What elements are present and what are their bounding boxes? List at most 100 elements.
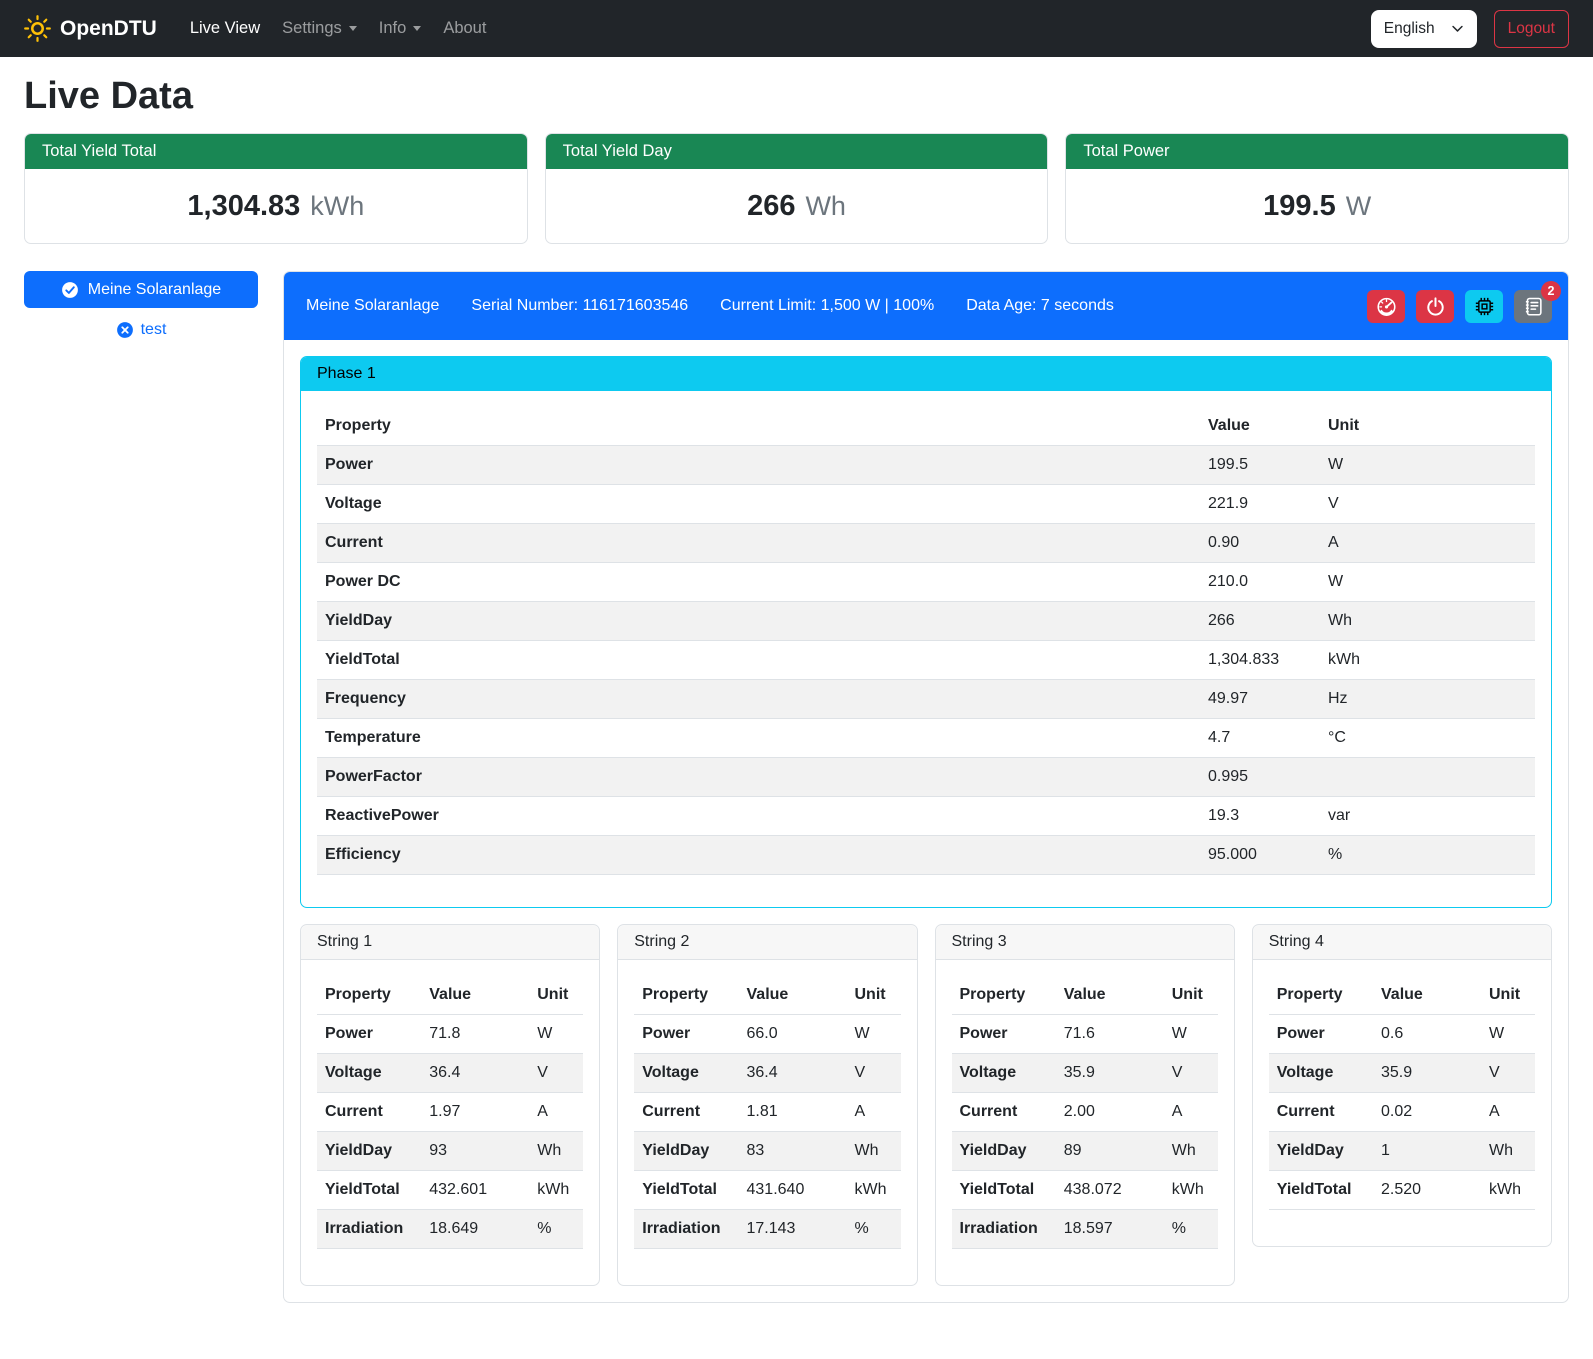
unit-cell: Wh bbox=[529, 1132, 583, 1171]
property-cell: Temperature bbox=[317, 719, 1200, 758]
nav-item-info[interactable]: Info bbox=[368, 11, 433, 46]
summary-card-total-yield-day: Total Yield Day 266 Wh bbox=[545, 133, 1049, 244]
firmware-info-button[interactable] bbox=[1465, 290, 1503, 323]
language-select-value: English bbox=[1384, 20, 1435, 38]
summary-card-title: Total Yield Total bbox=[25, 134, 527, 169]
property-cell: Voltage bbox=[1269, 1054, 1373, 1093]
summary-card-value: 199.5 bbox=[1263, 190, 1336, 223]
table-row: Irradiation18.597% bbox=[952, 1210, 1218, 1249]
value-cell: 1.97 bbox=[421, 1093, 529, 1132]
property-cell: YieldTotal bbox=[952, 1171, 1056, 1210]
nav-item-about[interactable]: About bbox=[432, 11, 497, 46]
property-cell: Irradiation bbox=[634, 1210, 738, 1249]
table-row: Voltage35.9V bbox=[1269, 1054, 1535, 1093]
table-row: Irradiation18.649% bbox=[317, 1210, 583, 1249]
table-row: YieldDay266Wh bbox=[317, 602, 1535, 641]
property-cell: YieldDay bbox=[317, 1132, 421, 1171]
property-cell: Current bbox=[1269, 1093, 1373, 1132]
value-cell: 199.5 bbox=[1200, 446, 1320, 485]
string-card-3: String 3 Property Value Unit bbox=[935, 924, 1235, 1286]
chevron-down-icon bbox=[349, 26, 357, 31]
test-inverter-label: test bbox=[141, 321, 167, 339]
summary-card-total-power: Total Power 199.5 W bbox=[1065, 133, 1569, 244]
table-row: Current1.97A bbox=[317, 1093, 583, 1132]
nav-item-settings[interactable]: Settings bbox=[271, 11, 368, 46]
unit-cell: W bbox=[847, 1015, 901, 1054]
nav-item-live-view[interactable]: Live View bbox=[179, 11, 271, 46]
unit-cell: Hz bbox=[1320, 680, 1535, 719]
value-cell: 432.601 bbox=[421, 1171, 529, 1210]
unit-cell: A bbox=[1164, 1093, 1218, 1132]
string-table-3: Property Value Unit Power71.6WVoltage35.… bbox=[952, 976, 1218, 1249]
property-cell: Irradiation bbox=[317, 1210, 421, 1249]
unit-cell: A bbox=[1481, 1093, 1535, 1132]
unit-cell: V bbox=[529, 1054, 583, 1093]
column-header-property: Property bbox=[1269, 976, 1373, 1015]
table-header-row: Property Value Unit bbox=[317, 407, 1535, 446]
check-circle-icon bbox=[61, 281, 79, 299]
power-button[interactable] bbox=[1416, 290, 1454, 323]
brand[interactable]: OpenDTU bbox=[24, 15, 157, 42]
phase-title: Phase 1 bbox=[301, 357, 1551, 391]
unit-cell: % bbox=[529, 1210, 583, 1249]
unit-cell: W bbox=[1320, 446, 1535, 485]
event-count-badge: 2 bbox=[1541, 281, 1561, 301]
table-row: Voltage35.9V bbox=[952, 1054, 1218, 1093]
property-cell: ReactivePower bbox=[317, 797, 1200, 836]
value-cell: 71.6 bbox=[1056, 1015, 1164, 1054]
value-cell: 0.90 bbox=[1200, 524, 1320, 563]
column-header-unit: Unit bbox=[529, 976, 583, 1015]
column-header-unit: Unit bbox=[1164, 976, 1218, 1015]
unit-cell: Wh bbox=[1164, 1132, 1218, 1171]
table-row: Temperature4.7°C bbox=[317, 719, 1535, 758]
column-header-property: Property bbox=[317, 407, 1200, 446]
limit-settings-button[interactable] bbox=[1367, 290, 1405, 323]
column-header-value: Value bbox=[1056, 976, 1164, 1015]
event-log-button[interactable]: 2 bbox=[1514, 290, 1552, 323]
string-card-2: String 2 Property Value Unit bbox=[617, 924, 917, 1286]
unit-cell: Wh bbox=[847, 1132, 901, 1171]
column-header-value: Value bbox=[1373, 976, 1481, 1015]
test-inverter-link[interactable]: test bbox=[24, 321, 258, 339]
summary-card-value: 266 bbox=[747, 190, 795, 223]
value-cell: 431.640 bbox=[739, 1171, 847, 1210]
power-icon bbox=[1425, 296, 1446, 317]
string-title: String 3 bbox=[936, 925, 1234, 960]
unit-cell: V bbox=[1320, 485, 1535, 524]
page-title: Live Data bbox=[24, 75, 1569, 118]
sun-icon bbox=[24, 15, 51, 42]
property-cell: Voltage bbox=[317, 485, 1200, 524]
table-row: Power199.5W bbox=[317, 446, 1535, 485]
column-header-property: Property bbox=[952, 976, 1056, 1015]
table-row: Current1.81A bbox=[634, 1093, 900, 1132]
logout-button[interactable]: Logout bbox=[1494, 10, 1569, 48]
inverter-panel-header: Meine Solaranlage Serial Number: 1161716… bbox=[284, 272, 1568, 340]
summary-row: Total Yield Total 1,304.83 kWh Total Yie… bbox=[24, 133, 1569, 244]
x-circle-icon bbox=[116, 321, 134, 339]
table-row: Power71.6W bbox=[952, 1015, 1218, 1054]
unit-cell: °C bbox=[1320, 719, 1535, 758]
table-header-row: Property Value Unit bbox=[634, 976, 900, 1015]
property-cell: Current bbox=[317, 1093, 421, 1132]
unit-cell bbox=[1320, 758, 1535, 797]
unit-cell: % bbox=[847, 1210, 901, 1249]
inverter-select-label: Meine Solaranlage bbox=[88, 281, 221, 299]
string-title: String 2 bbox=[618, 925, 916, 960]
value-cell: 17.143 bbox=[739, 1210, 847, 1249]
column-header-value: Value bbox=[421, 976, 529, 1015]
summary-card-total-yield-total: Total Yield Total 1,304.83 kWh bbox=[24, 133, 528, 244]
table-row: Power0.6W bbox=[1269, 1015, 1535, 1054]
table-row: Voltage36.4V bbox=[634, 1054, 900, 1093]
property-cell: Power bbox=[952, 1015, 1056, 1054]
brand-label: OpenDTU bbox=[60, 17, 157, 41]
language-select[interactable]: English bbox=[1371, 10, 1477, 48]
property-cell: Current bbox=[634, 1093, 738, 1132]
table-row: Frequency49.97Hz bbox=[317, 680, 1535, 719]
inverter-select-button[interactable]: Meine Solaranlage bbox=[24, 271, 258, 308]
inverter-name: Meine Solaranlage bbox=[306, 297, 439, 315]
value-cell: 2.520 bbox=[1373, 1171, 1481, 1210]
table-row: YieldTotal432.601kWh bbox=[317, 1171, 583, 1210]
unit-cell: Wh bbox=[1320, 602, 1535, 641]
value-cell: 0.6 bbox=[1373, 1015, 1481, 1054]
table-row: YieldTotal2.520kWh bbox=[1269, 1171, 1535, 1210]
